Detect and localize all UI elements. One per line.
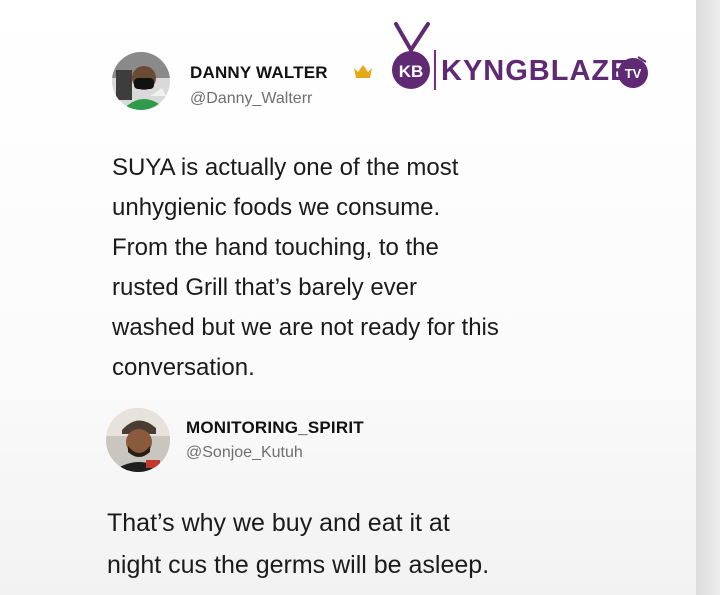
kyngblaze-tv-logo-icon: KB bbox=[380, 20, 442, 90]
avatar[interactable] bbox=[112, 52, 170, 110]
tweet-text-line: From the hand touching, to the bbox=[112, 234, 439, 261]
svg-text:KB: KB bbox=[399, 62, 424, 81]
page-edge bbox=[696, 0, 720, 595]
tweet-text-line: rusted Grill that’s barely ever bbox=[112, 274, 418, 301]
tweet-text-line: conversation. bbox=[112, 354, 255, 381]
reply-text: That’s why we buy and eat it at night cu… bbox=[107, 502, 667, 586]
author-handle[interactable]: @Danny_Walterr bbox=[190, 90, 312, 108]
avatar[interactable] bbox=[106, 408, 170, 472]
author-name[interactable]: DANNY WALTER bbox=[190, 63, 328, 83]
tweet-text: SUYA is actually one of the most unhygie… bbox=[112, 148, 672, 388]
tv-badge-icon: TV bbox=[616, 55, 650, 89]
reply-text-line: That’s why we buy and eat it at bbox=[107, 509, 450, 537]
reply-text-line: night cus the germs will be asleep. bbox=[107, 551, 490, 579]
logo-wordmark: KYNGBLAZE bbox=[441, 55, 631, 87]
logo-separator bbox=[434, 50, 436, 90]
tweet-text-line: unhygienic foods we consume. bbox=[112, 194, 441, 221]
svg-text:TV: TV bbox=[625, 66, 642, 81]
crown-icon bbox=[353, 63, 373, 79]
tweet-text-line: SUYA is actually one of the most bbox=[112, 154, 459, 181]
reply-author-name[interactable]: MONITORING_SPIRIT bbox=[186, 418, 364, 438]
tweet-text-line: washed but we are not ready for this bbox=[112, 314, 499, 341]
screenshot-card: KB KYNGBLAZE TV DANNY WALTER @Danny_Walt… bbox=[0, 0, 696, 595]
reply-author-handle[interactable]: @Sonjoe_Kutuh bbox=[186, 444, 303, 462]
